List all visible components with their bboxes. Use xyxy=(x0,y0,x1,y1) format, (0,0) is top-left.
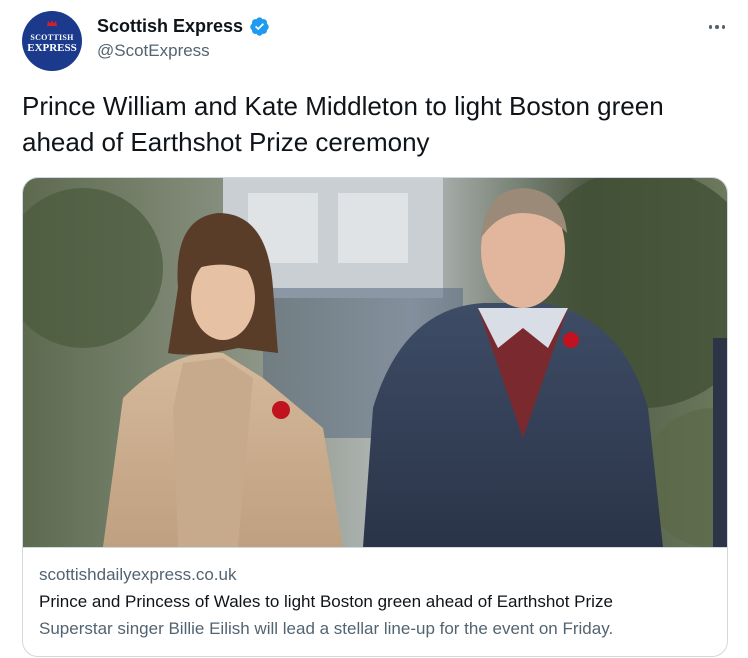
card-description: Superstar singer Billie Eilish will lead… xyxy=(39,619,614,638)
card-image[interactable] xyxy=(23,178,728,547)
author-name[interactable]: Scottish Express xyxy=(97,16,243,37)
avatar-logo-top: SCOTTISH xyxy=(30,32,74,42)
tweet-text: Prince William and Kate Middleton to lig… xyxy=(22,91,664,157)
avatar[interactable]: SCOTTISH EXPRESS xyxy=(22,11,82,71)
more-options-icon[interactable] xyxy=(706,16,728,38)
card-meta: scottishdailyexpress.co.uk Prince and Pr… xyxy=(23,547,727,656)
avatar-logo-bottom: EXPRESS xyxy=(27,41,77,54)
verified-badge-icon xyxy=(250,16,269,36)
tweet: SCOTTISH EXPRESS Scottish Express @ScotE… xyxy=(0,0,748,658)
author-block: Scottish Express @ScotExpress xyxy=(97,14,270,61)
crown-icon xyxy=(47,20,57,26)
link-card[interactable]: scottishdailyexpress.co.uk Prince and Pr… xyxy=(22,177,728,657)
author-handle[interactable]: @ScotExpress xyxy=(97,41,270,61)
card-title[interactable]: Prince and Princess of Wales to light Bo… xyxy=(39,590,713,614)
author-name-row: Scottish Express xyxy=(97,14,270,38)
card-domain[interactable]: scottishdailyexpress.co.uk xyxy=(39,563,713,587)
